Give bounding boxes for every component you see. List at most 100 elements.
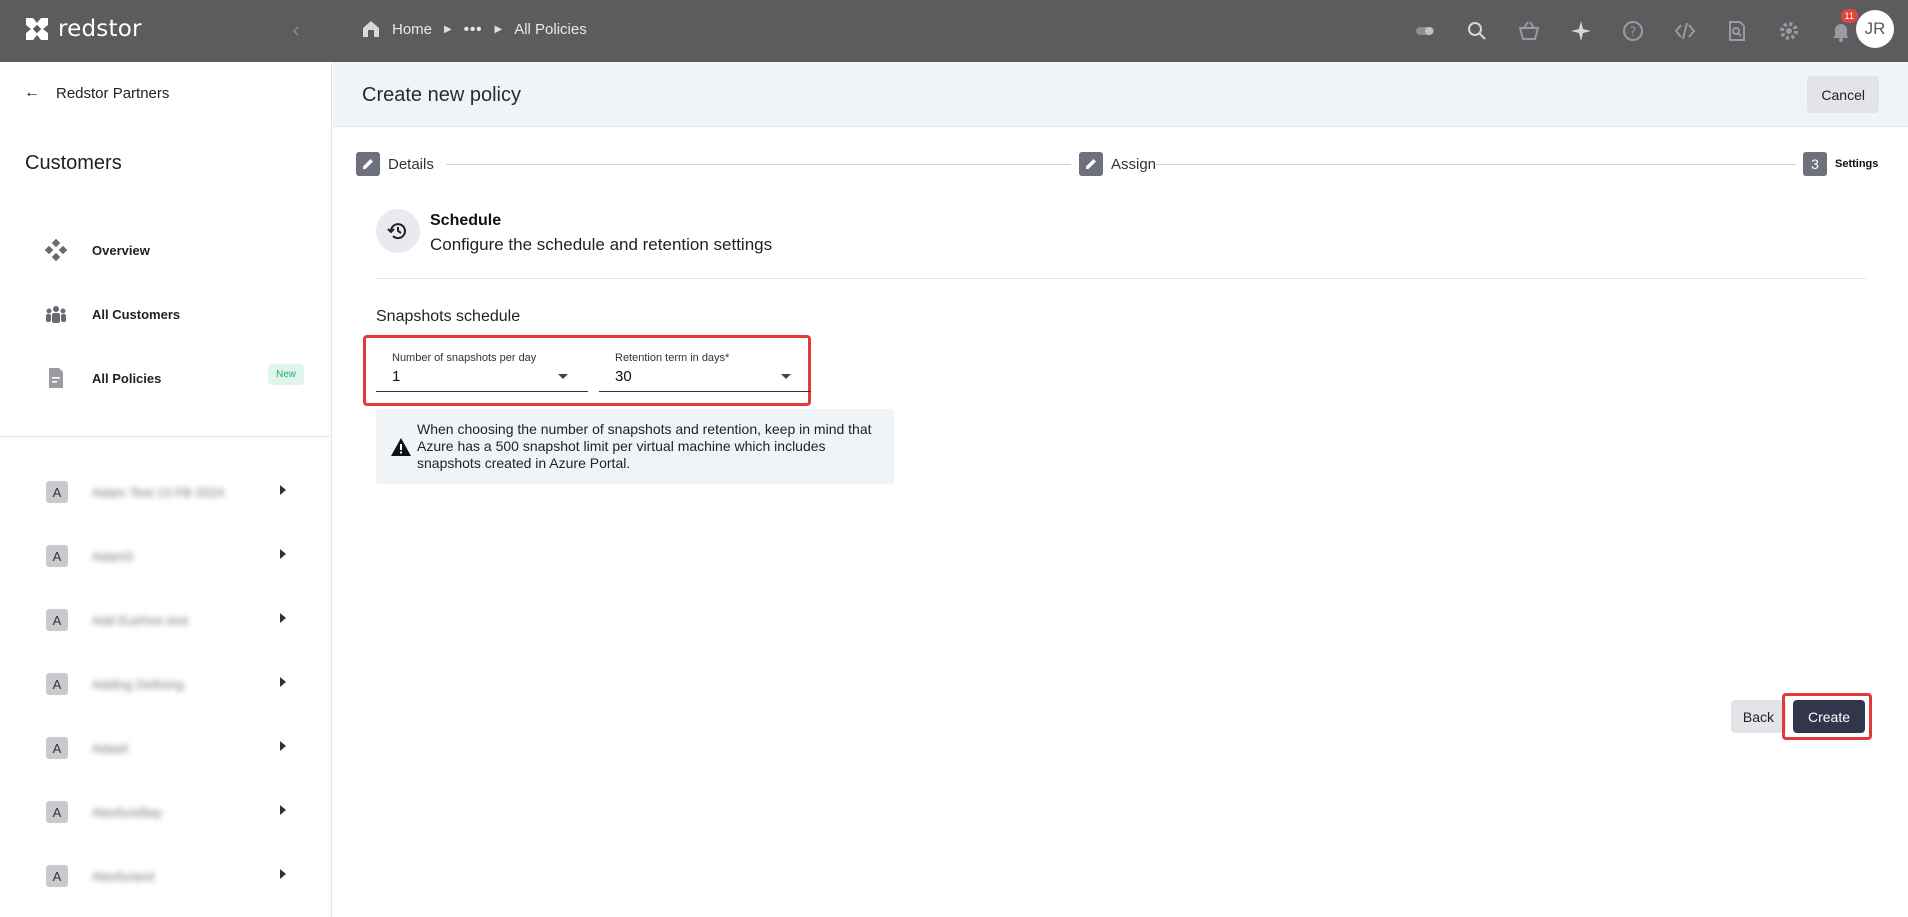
step-number: 3: [1803, 152, 1827, 176]
overview-icon: [44, 238, 68, 262]
expand-caret-icon[interactable]: [280, 613, 286, 623]
warning-icon: [391, 438, 411, 456]
sidebar-item-overview[interactable]: Overview: [44, 238, 304, 262]
expand-caret-icon[interactable]: [280, 869, 286, 879]
expand-caret-icon[interactable]: [280, 485, 286, 495]
logo[interactable]: redstor: [22, 14, 142, 44]
page-header: Create new policy Cancel: [333, 62, 1908, 127]
sparkle-icon[interactable]: [1564, 15, 1598, 47]
stepper-connector: [1156, 164, 1796, 165]
customer-list-item[interactable]: A Adaeli: [46, 736, 296, 760]
customer-name: Adaeli: [92, 740, 129, 756]
back-link-label: Redstor Partners: [56, 84, 170, 102]
customer-list-item[interactable]: A Aleefu/eBay: [46, 800, 296, 824]
user-avatar[interactable]: JR: [1856, 10, 1894, 48]
breadcrumb-home[interactable]: Home: [392, 21, 432, 38]
page-title: Create new policy: [362, 84, 521, 106]
people-icon: [44, 302, 68, 326]
bell-icon[interactable]: 11: [1824, 9, 1858, 47]
brand-name: redstor: [58, 16, 142, 42]
redstor-logo-icon: [26, 18, 48, 40]
new-badge: New: [267, 364, 304, 385]
document-icon: [44, 366, 68, 390]
field-value: 30: [615, 368, 632, 385]
home-icon[interactable]: [360, 18, 382, 40]
search-icon[interactable]: [1460, 15, 1494, 47]
retention-days-select[interactable]: Retention term in days* 30: [599, 352, 811, 392]
toolbar-icons: ? 11: [1390, 9, 1858, 47]
basket-icon[interactable]: [1512, 15, 1546, 47]
breadcrumb-separator-icon: ▶: [444, 23, 452, 35]
field-label: Retention term in days*: [615, 352, 730, 364]
svg-text:?: ?: [1630, 25, 1636, 39]
edit-icon: [356, 152, 380, 176]
expand-caret-icon[interactable]: [280, 805, 286, 815]
step-label: Settings: [1835, 158, 1879, 170]
top-bar: redstor ‹ Home ▶ ••• ▶ All Policies ? 11…: [0, 0, 1908, 62]
edit-icon: [1079, 152, 1103, 176]
sidebar-item-all-policies[interactable]: All Policies New: [44, 364, 304, 390]
customer-name: Aleefu/and: [92, 868, 155, 884]
gear-icon[interactable]: [1772, 15, 1806, 47]
cancel-button[interactable]: Cancel: [1807, 76, 1879, 113]
expand-caret-icon[interactable]: [280, 549, 286, 559]
customer-avatar: A: [46, 609, 68, 631]
sidebar-item-label: All Policies: [92, 370, 162, 386]
customer-list-item[interactable]: A Adam5: [46, 544, 296, 568]
customer-name: Aleefu/eBay: [92, 804, 163, 820]
customer-avatar: A: [46, 481, 68, 503]
file-search-icon[interactable]: [1720, 15, 1754, 47]
section-divider: [376, 278, 1866, 279]
notification-count-badge: 11: [1840, 9, 1858, 23]
customer-list-item[interactable]: A Adam Test 13 FB 2024: [46, 480, 296, 504]
expand-caret-icon[interactable]: [280, 741, 286, 751]
breadcrumb-current: All Policies: [514, 20, 587, 38]
help-icon[interactable]: ?: [1616, 15, 1650, 47]
customer-avatar: A: [46, 737, 68, 759]
customer-list-item[interactable]: A Add Euirhon test: [46, 608, 296, 632]
expand-caret-icon[interactable]: [280, 677, 286, 687]
wizard-stepper: Details Assign 3 Settings: [356, 152, 1886, 178]
back-arrow-icon: ←: [24, 84, 40, 101]
collapse-sidebar-button[interactable]: ‹: [284, 16, 308, 44]
customer-avatar: A: [46, 865, 68, 887]
history-icon: [376, 209, 420, 253]
snapshots-schedule-label: Snapshots schedule: [376, 308, 521, 325]
customer-name: Adam Test 13 FB 2024: [92, 484, 225, 500]
customer-name: Adding Defining: [92, 676, 184, 692]
sidebar-divider: [0, 436, 332, 437]
create-button[interactable]: Create: [1792, 700, 1865, 733]
step-assign[interactable]: Assign: [1079, 152, 1157, 176]
breadcrumb-ellipsis[interactable]: •••: [464, 21, 483, 38]
back-to-partners-link[interactable]: ← Redstor Partners: [24, 84, 169, 102]
section-subtitle: Configure the schedule and retention set…: [430, 235, 773, 254]
step-details[interactable]: Details: [356, 152, 434, 176]
sidebar-title: Customers: [25, 152, 122, 174]
step-label: Assign: [1111, 155, 1157, 173]
sidebar-item-all-customers[interactable]: All Customers: [44, 302, 304, 326]
snapshots-per-day-select[interactable]: Number of snapshots per day 1: [376, 352, 588, 392]
dropdown-caret-icon: [558, 374, 568, 379]
sidebar-item-label: Overview: [92, 242, 150, 258]
customer-avatar: A: [46, 673, 68, 695]
warning-text: When choosing the number of snapshots an…: [417, 421, 872, 471]
code-icon[interactable]: [1668, 15, 1702, 47]
customer-name: Add Euirhon test: [92, 612, 189, 628]
customer-avatar: A: [46, 801, 68, 823]
back-button[interactable]: Back: [1730, 700, 1786, 733]
step-settings[interactable]: 3 Settings: [1803, 152, 1879, 176]
toggle-icon[interactable]: [1408, 15, 1442, 47]
dropdown-caret-icon: [781, 374, 791, 379]
customer-list-item[interactable]: A Adding Defining: [46, 672, 296, 696]
sidebar: ← Redstor Partners Customers Overview Al…: [0, 62, 332, 917]
breadcrumb-separator-icon: ▶: [494, 23, 503, 35]
azure-limit-warning: When choosing the number of snapshots an…: [376, 409, 894, 484]
section-title: Schedule: [430, 212, 502, 229]
customer-list-item[interactable]: A Aleefu/and: [46, 864, 296, 888]
field-label: Number of snapshots per day: [392, 352, 537, 364]
field-value: 1: [392, 368, 401, 385]
customer-avatar: A: [46, 545, 68, 567]
schedule-section-header: Schedule Configure the schedule and rete…: [376, 209, 772, 255]
stepper-connector: [446, 164, 1071, 165]
customer-name: Adam5: [92, 548, 134, 564]
